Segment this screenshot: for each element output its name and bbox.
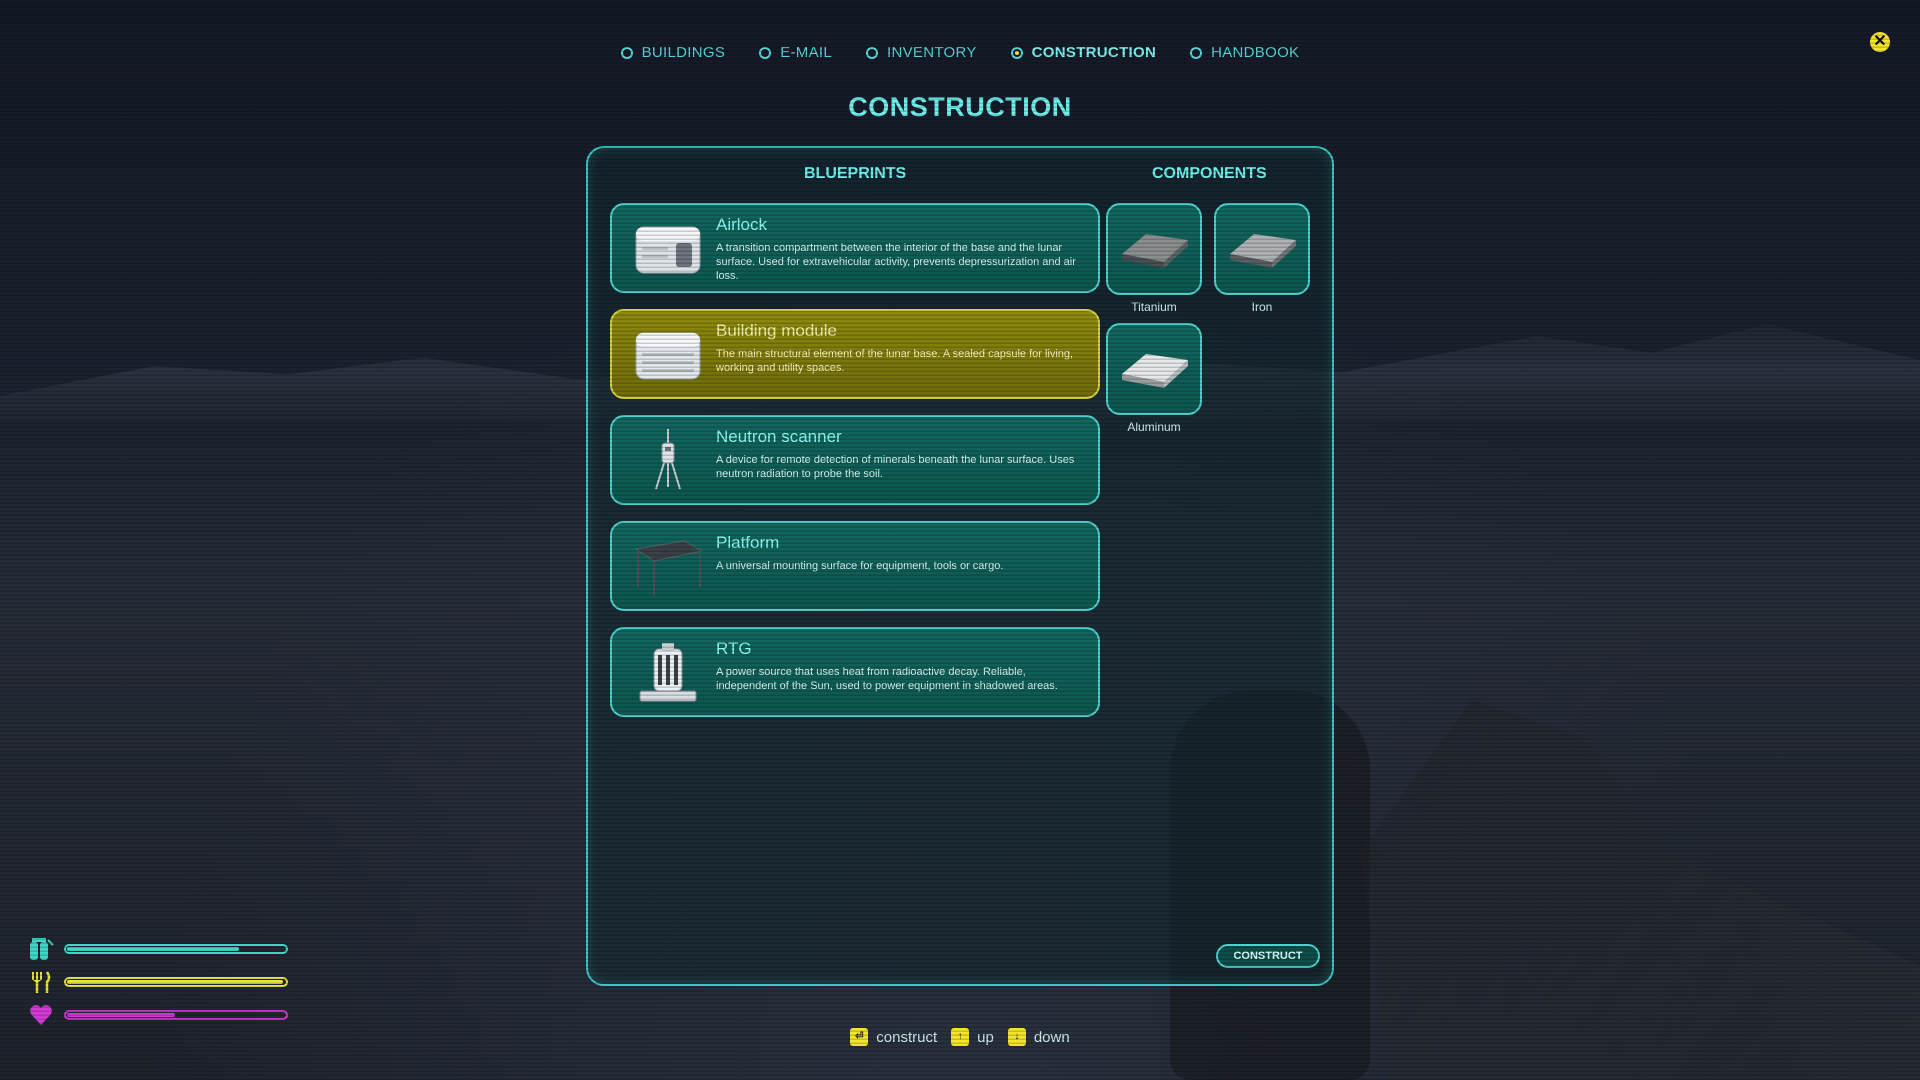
blueprint-description: A universal mounting surface for equipme… (716, 560, 1004, 572)
tab-label: E-MAIL (780, 44, 832, 61)
blueprint-list: Airlock A transition compartment between… (610, 203, 1100, 733)
tab-email[interactable]: E-MAIL (759, 44, 832, 61)
enter-key-icon: ⏎ (850, 1028, 869, 1046)
health-bar-fill (67, 1012, 175, 1017)
radio-icon (1190, 46, 1203, 59)
blueprint-name: Building module (716, 321, 837, 340)
heart-icon (26, 1004, 56, 1026)
tab-label: INVENTORY (887, 44, 977, 61)
health-bar (64, 1009, 288, 1020)
tab-buildings[interactable]: BUILDINGS (620, 44, 726, 61)
blueprints-heading: BLUEPRINTS (804, 165, 907, 182)
food-status (26, 965, 296, 998)
tab-inventory[interactable]: INVENTORY (866, 44, 977, 61)
rover-silhouette (1360, 700, 1920, 1080)
tab-construction[interactable]: CONSTRUCTION (1010, 44, 1157, 61)
component-aluminum[interactable]: Aluminum (1106, 323, 1202, 434)
neutron-scanner-icon (632, 429, 704, 493)
tab-label: CONSTRUCTION (1031, 44, 1157, 61)
blueprint-name: Neutron scanner (716, 427, 842, 446)
food-bar (64, 976, 288, 987)
construct-button[interactable]: CONSTRUCT (1216, 944, 1320, 968)
tab-label: HANDBOOK (1211, 44, 1300, 61)
hint-up: ↑ up (951, 1028, 994, 1046)
health-status (26, 998, 296, 1031)
oxygen-bar (64, 943, 288, 954)
blueprint-building-module[interactable]: Building module The main structural elem… (610, 309, 1100, 399)
blueprint-name: Platform (716, 533, 780, 552)
oxygen-bar-fill (67, 946, 239, 951)
top-tabs: BUILDINGS E-MAIL INVENTORY CONSTRUCTION … (0, 44, 1920, 61)
radio-icon (866, 46, 878, 59)
aluminum-ingot-icon (1106, 323, 1202, 415)
hint-label: down (1033, 1028, 1070, 1046)
component-titanium[interactable]: Titanium (1106, 203, 1202, 314)
components-heading: COMPONENTS (1152, 165, 1267, 182)
page-title: CONSTRUCTION (848, 92, 1072, 122)
blueprint-description: A power source that uses heat from radio… (716, 666, 1058, 692)
hint-down: ↓ down (1007, 1028, 1070, 1046)
blueprint-rtg[interactable]: RTG A power source that uses heat from r… (610, 627, 1100, 717)
close-icon[interactable]: ✕ (1870, 32, 1890, 52)
blueprint-neutron-scanner[interactable]: Neutron scanner A device for remote dete… (610, 415, 1100, 505)
hint-label: up (977, 1028, 994, 1046)
oxygen-tank-icon (26, 937, 56, 961)
oxygen-status (26, 932, 296, 965)
component-iron[interactable]: Iron (1214, 203, 1310, 314)
player-status (26, 932, 296, 1031)
radio-selected-icon (1010, 46, 1023, 59)
tab-handbook[interactable]: HANDBOOK (1190, 44, 1299, 61)
component-label: Titanium (1131, 300, 1177, 314)
hint-label: construct (876, 1028, 938, 1046)
food-bar-fill (67, 979, 283, 984)
building-module-icon (632, 323, 704, 387)
fork-knife-icon (26, 970, 56, 994)
blueprint-platform[interactable]: Platform A universal mounting surface fo… (610, 521, 1100, 611)
platform-icon (632, 535, 704, 599)
blueprint-name: RTG (716, 639, 752, 658)
blueprint-description: A device for remote detection of mineral… (716, 454, 1075, 480)
component-label: Aluminum (1127, 420, 1181, 434)
down-arrow-key-icon: ↓ (1007, 1028, 1026, 1046)
blueprint-description: The main structural element of the lunar… (716, 348, 1074, 374)
component-label: Iron (1251, 300, 1273, 314)
blueprint-airlock[interactable]: Airlock A transition compartment between… (610, 203, 1100, 293)
tab-label: BUILDINGS (641, 44, 726, 61)
blueprint-name: Airlock (716, 215, 768, 234)
rtg-icon (632, 641, 704, 705)
blueprint-description: A transition compartment between the int… (716, 242, 1076, 282)
titanium-ingot-icon (1106, 203, 1202, 295)
iron-ingot-icon (1214, 203, 1310, 295)
hint-construct: ⏎ construct (850, 1028, 937, 1046)
construction-panel: BLUEPRINTS COMPONENTS Airlock A transiti… (586, 146, 1334, 986)
radio-icon (759, 46, 772, 59)
airlock-icon (632, 217, 704, 281)
up-arrow-key-icon: ↑ (951, 1028, 970, 1046)
radio-icon (620, 46, 633, 59)
